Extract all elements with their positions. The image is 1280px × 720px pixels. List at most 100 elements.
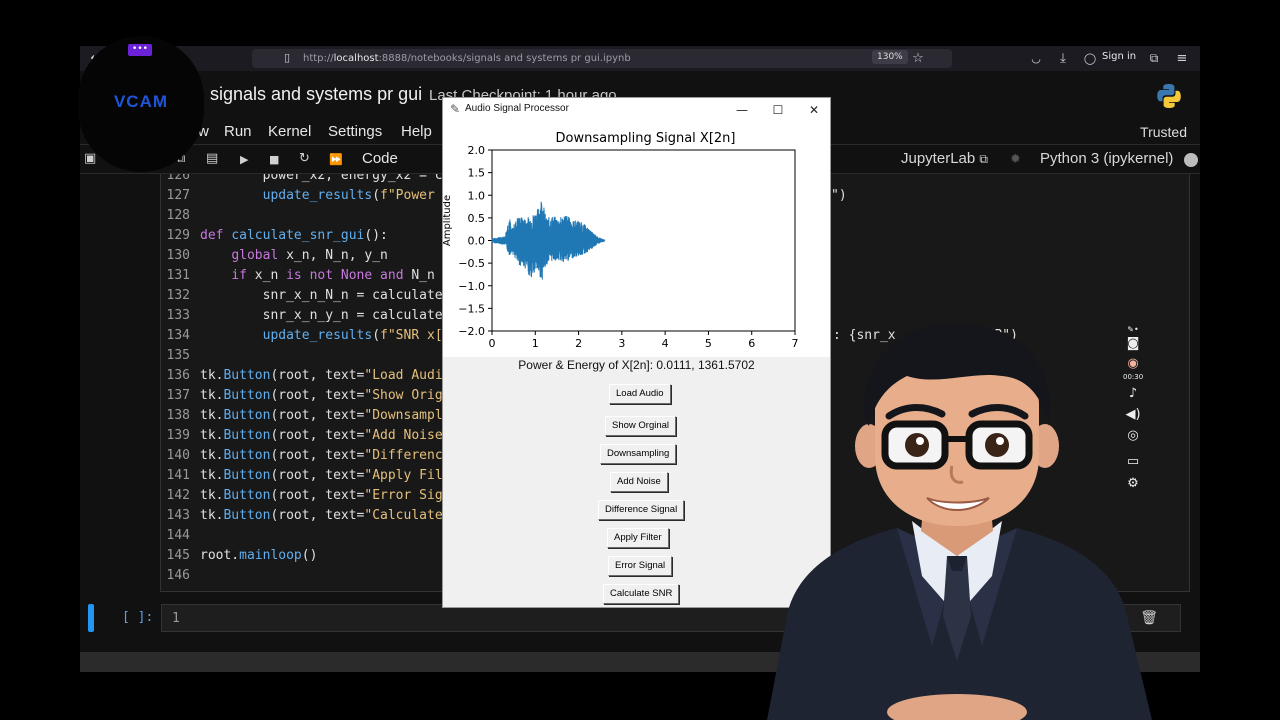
menu-help[interactable]: Help bbox=[401, 123, 432, 140]
downsampling-button[interactable]: Downsampling bbox=[600, 444, 677, 464]
code-text: root.mainloop() bbox=[200, 548, 318, 563]
menu-settings[interactable]: Settings bbox=[328, 123, 382, 140]
minimize-icon[interactable]: — bbox=[727, 100, 757, 120]
code-text: tk.Button(root, text="Load Audi bbox=[200, 368, 443, 383]
code-tail-127: ") bbox=[831, 188, 847, 203]
cell-type-select[interactable]: Code bbox=[362, 150, 398, 167]
stop-icon[interactable]: ■ bbox=[269, 153, 279, 166]
code-text: tk.Button(root, text="Calculate bbox=[200, 508, 443, 523]
kernel-name[interactable]: Python 3 (ipykernel) bbox=[1040, 150, 1173, 167]
load-audio-button[interactable]: Load Audio bbox=[609, 384, 671, 404]
account-icon[interactable]: ◯ bbox=[1083, 50, 1097, 67]
code-text: tk.Button(root, text="Error Sig bbox=[200, 488, 443, 503]
calculate-snr-button[interactable]: Calculate SNR bbox=[603, 584, 680, 604]
code-text: tk.Button(root, text="Show Origi bbox=[200, 388, 451, 403]
y-tick-label: −2.0 bbox=[458, 325, 485, 338]
zoom-level[interactable]: 130% bbox=[872, 50, 908, 64]
extensions-icon[interactable]: ⧉ bbox=[1146, 50, 1162, 67]
error-signal-button[interactable]: Error Signal bbox=[608, 556, 673, 576]
difference-signal-button[interactable]: Difference Signal bbox=[598, 500, 685, 520]
vcam-logo: VCAM bbox=[113, 92, 169, 111]
pocket-icon[interactable]: ◡ bbox=[1028, 50, 1044, 67]
y-tick-label: 1.0 bbox=[468, 189, 486, 202]
show-orginal-button[interactable]: Show Orginal bbox=[605, 416, 677, 436]
feather-icon: ✎ bbox=[450, 102, 461, 116]
code-text: global x_n, N_n, y_n bbox=[231, 248, 388, 263]
line-number: 145 bbox=[166, 548, 190, 563]
line-number: 128 bbox=[166, 208, 190, 223]
x-tick-label: 4 bbox=[662, 337, 669, 350]
menu-run[interactable]: Run bbox=[224, 123, 252, 140]
code-text: snr_x_n_y_n = calculate bbox=[200, 308, 443, 323]
vcam-overlay: ••• VCAM bbox=[78, 36, 204, 172]
line-number: 129 bbox=[166, 228, 190, 243]
presenter-avatar bbox=[767, 323, 1152, 720]
line-number: 138 bbox=[166, 408, 190, 423]
x-tick-label: 1 bbox=[532, 337, 539, 350]
maximize-icon[interactable]: ☐ bbox=[763, 100, 793, 120]
apply-filter-button[interactable]: Apply Filter bbox=[607, 528, 669, 548]
y-tick-label: −1.0 bbox=[458, 280, 485, 293]
jupyterlab-label: JupyterLab bbox=[901, 150, 976, 167]
x-tick-label: 0 bbox=[489, 337, 496, 350]
download-icon[interactable]: ⤓ bbox=[1055, 50, 1071, 67]
line-number: 126 bbox=[166, 174, 190, 183]
y-tick-label: 2.0 bbox=[468, 144, 486, 157]
code-text: tk.Button(root, text="Apply Fil bbox=[200, 468, 443, 483]
save-icon[interactable]: ▣ bbox=[84, 151, 96, 166]
code-text: update_results(f"Power bbox=[262, 188, 435, 203]
y-tick-label: 1.5 bbox=[468, 167, 486, 180]
code-text: snr_x_n_N_n = calculate bbox=[200, 288, 443, 303]
code-text: if x_n is not None and N_n bbox=[231, 268, 435, 283]
cell-line-number: 1 bbox=[172, 611, 180, 626]
tk-title-bar[interactable]: ✎ Audio Signal Processor — ☐ ✕ bbox=[443, 98, 830, 122]
jupyterlab-link[interactable]: JupyterLab ⧉ bbox=[901, 150, 988, 167]
y-tick-label: 0.5 bbox=[468, 212, 486, 225]
url-bar[interactable]: ▯ http://localhost:8888/notebooks/signal… bbox=[252, 49, 952, 68]
line-number: 130 bbox=[166, 248, 190, 263]
star-icon[interactable]: ☆ bbox=[910, 50, 926, 67]
line-number: 139 bbox=[166, 428, 190, 443]
y-tick-label: 0.0 bbox=[468, 235, 486, 248]
external-link-icon: ⧉ bbox=[979, 152, 988, 166]
more-icon[interactable]: ••• bbox=[128, 44, 152, 56]
menu-kernel[interactable]: Kernel bbox=[268, 123, 311, 140]
y-tick-label: −1.5 bbox=[458, 302, 485, 315]
trusted-indicator[interactable]: Trusted bbox=[1140, 124, 1187, 140]
run-icon[interactable]: ▶ bbox=[240, 153, 248, 166]
menu-icon[interactable]: ≡ bbox=[1174, 50, 1190, 67]
url-text[interactable]: http://localhost:8888/notebooks/signals … bbox=[303, 51, 631, 66]
line-number: 146 bbox=[166, 568, 190, 583]
add-noise-button[interactable]: Add Noise bbox=[610, 472, 668, 492]
line-number: 137 bbox=[166, 388, 190, 403]
active-cell-marker bbox=[88, 604, 94, 632]
x-tick-label: 6 bbox=[748, 337, 755, 350]
line-number: 144 bbox=[166, 528, 190, 543]
line-number: 131 bbox=[166, 268, 190, 283]
line-number: 132 bbox=[166, 288, 190, 303]
debug-icon[interactable]: ✹ bbox=[1010, 152, 1021, 167]
chart-title: Downsampling Signal X[2n] bbox=[556, 131, 736, 146]
line-number: 133 bbox=[166, 308, 190, 323]
restart-icon[interactable]: ↻ bbox=[299, 151, 310, 166]
browser-toolbar: ← ⛉ ▯ http://localhost:8888/notebooks/si… bbox=[80, 46, 1200, 71]
paste-icon[interactable]: ▤ bbox=[206, 151, 218, 166]
line-number: 127 bbox=[166, 188, 190, 203]
code-text: def calculate_snr_gui(): bbox=[200, 228, 388, 243]
code-text: tk.Button(root, text="Add Noise bbox=[200, 428, 443, 443]
line-number: 140 bbox=[166, 448, 190, 463]
fast-forward-icon[interactable]: ⏩ bbox=[329, 153, 343, 166]
y-tick-label: −0.5 bbox=[458, 257, 485, 270]
x-tick-label: 2 bbox=[575, 337, 582, 350]
sign-in-link[interactable]: Sign in bbox=[1102, 51, 1136, 62]
notebook-title[interactable]: signals and systems pr gui bbox=[210, 84, 422, 105]
x-tick-label: 5 bbox=[705, 337, 712, 350]
x-tick-label: 3 bbox=[618, 337, 625, 350]
y-axis-label: Amplitude bbox=[443, 195, 453, 246]
line-number: 142 bbox=[166, 488, 190, 503]
line-number: 136 bbox=[166, 368, 190, 383]
close-icon[interactable]: ✕ bbox=[799, 100, 829, 120]
code-text: power_x2, energy_x2 = c bbox=[200, 174, 443, 183]
line-number: 135 bbox=[166, 348, 190, 363]
cell-prompt: [ ]: bbox=[122, 610, 154, 625]
